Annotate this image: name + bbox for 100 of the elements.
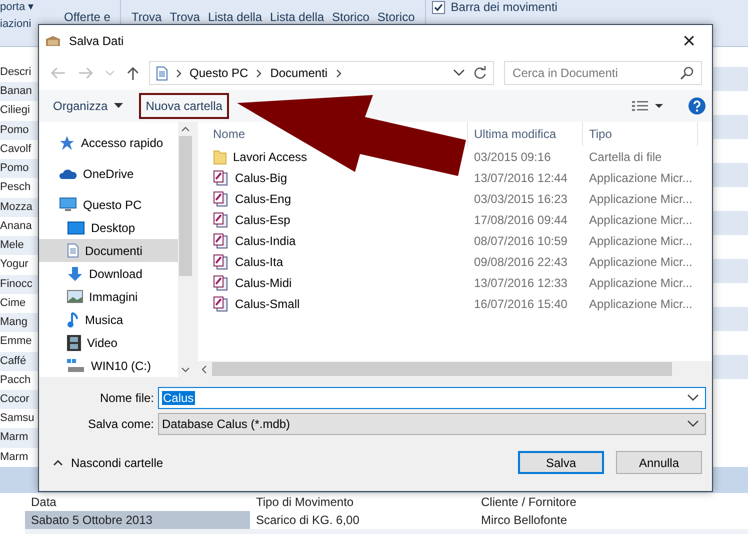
list-item[interactable]: Ciliegi: [0, 104, 30, 116]
view-options-icon[interactable]: [632, 100, 664, 112]
file-type: Cartella di file: [589, 150, 662, 164]
chevron-right-icon[interactable]: [256, 68, 262, 78]
list-item[interactable]: Cime: [0, 296, 26, 309]
nav-item[interactable]: Questo PC: [39, 193, 178, 216]
chevron-down-icon[interactable]: [687, 394, 699, 402]
search-icon: [680, 66, 694, 80]
column-header: Cliente / Fornitore: [480, 494, 578, 511]
column-header[interactable]: Ultima modifica: [474, 127, 556, 141]
database-file-icon: [213, 232, 229, 248]
scroll-down-icon[interactable]: [180, 367, 190, 373]
list-header: Descri: [0, 65, 32, 80]
database-file-icon: [213, 212, 229, 228]
file-type: Applicazione Micr...: [589, 212, 692, 226]
breadcrumb-item[interactable]: Documenti: [270, 66, 328, 80]
table-cell-text: Scarico di KG. 6,00: [255, 512, 360, 529]
ribbon-button[interactable]: Trova: [166, 0, 204, 24]
file-name[interactable]: Calus-India: [213, 232, 296, 248]
list-item[interactable]: Samsu: [0, 412, 34, 424]
horizontal-scrollbar[interactable]: [198, 361, 712, 377]
cancel-button[interactable]: Annulla: [616, 451, 702, 474]
field-label: Salva come:: [86, 417, 154, 431]
image-icon: [67, 290, 83, 303]
chevron-up-icon[interactable]: [53, 459, 63, 466]
file-name[interactable]: Calus-Big: [213, 170, 288, 186]
ribbon-button[interactable]: Lista della: [204, 0, 266, 24]
file-type-dropdown[interactable]: Database Calus (*.mdb): [158, 413, 706, 435]
up-arrow-icon[interactable]: [124, 65, 141, 81]
file-name-field[interactable]: Calus: [158, 387, 706, 409]
close-button[interactable]: ×: [666, 25, 712, 56]
hide-folders-button[interactable]: Nascondi cartelle: [71, 456, 164, 470]
caret-icon: [114, 103, 123, 109]
file-type: Applicazione Micr...: [589, 276, 692, 290]
vertical-scrollbar[interactable]: [178, 122, 192, 377]
list-item[interactable]: Pesch: [0, 181, 31, 194]
field-label: Nome file:: [98, 391, 154, 405]
scroll-up-icon[interactable]: [180, 126, 190, 132]
computer-icon: [59, 196, 77, 212]
nav-item[interactable]: Video: [39, 331, 178, 354]
nav-item[interactable]: Desktop: [39, 216, 178, 239]
chevron-right-icon[interactable]: [176, 68, 182, 78]
nav-item[interactable]: Musica: [39, 308, 178, 331]
organize-button[interactable]: Organizza: [47, 93, 129, 119]
save-button[interactable]: Salva: [518, 451, 604, 474]
file-name[interactable]: Calus-Midi: [213, 274, 292, 290]
file-name[interactable]: Calus-Ita: [213, 254, 284, 270]
ribbon-button[interactable]: Storico: [328, 0, 374, 24]
list-item[interactable]: Cavolf: [0, 142, 32, 155]
file-modified-date: 09/08/2016 22:43: [474, 254, 568, 268]
database-file-icon: [213, 296, 229, 312]
ribbon-button[interactable]: Offerte e: [60, 0, 114, 24]
table-cell-text: Mirco Bellofonte: [480, 512, 568, 529]
column-header[interactable]: Tipo: [589, 127, 612, 141]
search-field[interactable]: Cerca in Documenti: [504, 61, 702, 85]
file-modified-date: 17/08/2016 09:44: [474, 212, 568, 226]
file-name[interactable]: Calus-Small: [213, 296, 300, 312]
music-note-icon: [67, 312, 79, 328]
help-icon[interactable]: [688, 97, 706, 115]
ribbon-label: porta ▾: [0, 0, 36, 13]
refresh-icon[interactable]: [472, 66, 487, 80]
nav-item[interactable]: Download: [39, 262, 178, 285]
address-bar[interactable]: Questo PC Documenti: [148, 61, 494, 85]
ribbon-button[interactable]: Lista della: [266, 0, 328, 24]
file-type: Applicazione Micr...: [589, 234, 692, 248]
file-modified-date: 03/03/2015 16:23: [474, 192, 568, 206]
new-folder-button[interactable]: Nuova cartella: [138, 93, 230, 119]
list-item[interactable]: Emme: [0, 335, 32, 348]
breadcrumb-item[interactable]: Questo PC: [190, 66, 248, 80]
list-item[interactable]: Pacch: [0, 374, 31, 386]
folder-icon: [213, 148, 227, 164]
chevron-right-icon[interactable]: [336, 68, 342, 78]
nav-item[interactable]: Immagini: [39, 285, 178, 308]
file-modified-date: 16/07/2016 15:40: [474, 296, 568, 310]
window-title: Salva Dati: [69, 34, 124, 48]
list-item[interactable]: Yogur: [0, 258, 28, 270]
chevron-down-icon[interactable]: [452, 69, 465, 77]
file-modified-date: 13/07/2016 12:44: [474, 170, 568, 184]
file-type: Applicazione Micr...: [589, 170, 692, 184]
file-name[interactable]: Lavori Access: [213, 148, 308, 164]
list-item[interactable]: Marm: [0, 450, 28, 463]
checkbox[interactable]: [432, 0, 445, 14]
column-header[interactable]: Nome: [213, 127, 246, 141]
file-modified-date: 03/2015 09:16: [474, 150, 551, 164]
nav-item[interactable]: Accesso rapido: [39, 131, 178, 154]
nav-item[interactable]: OneDrive: [39, 162, 178, 185]
list-item[interactable]: Anana: [0, 220, 32, 232]
table-cell: Sabato 5 Ottobre 2013: [25, 511, 250, 529]
chevron-down-icon[interactable]: [687, 420, 699, 428]
file-modified-date: 08/07/2016 10:59: [474, 234, 568, 248]
column-header: Data: [30, 494, 58, 511]
file-name[interactable]: Calus-Esp: [213, 212, 290, 228]
app-icon: [45, 34, 61, 48]
download-arrow-icon: [67, 266, 83, 282]
ribbon-button[interactable]: Trova: [127, 0, 166, 24]
nav-item[interactable]: Documenti: [39, 239, 178, 262]
file-name[interactable]: Calus-Eng: [213, 190, 292, 206]
nav-item[interactable]: WIN10 (C:): [39, 354, 178, 377]
document-icon: [156, 66, 168, 80]
ribbon-button[interactable]: Storico: [373, 0, 419, 24]
